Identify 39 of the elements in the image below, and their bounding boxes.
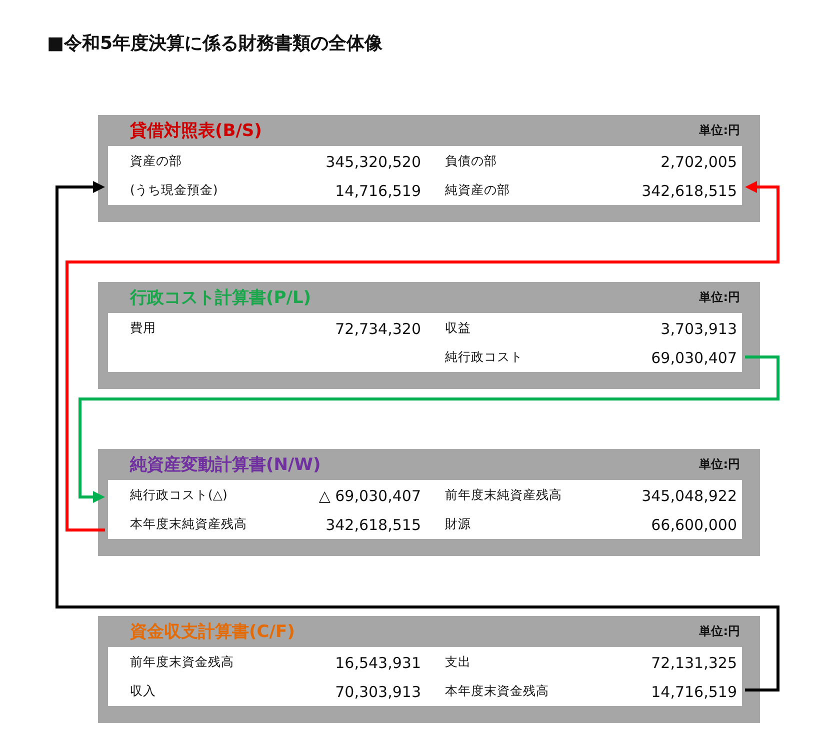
amount-value: 72,734,320 [335,320,421,338]
amount-value: 72,131,325 [651,654,737,672]
amount-value: 70,303,913 [335,682,421,700]
amount-value: 16,543,931 [335,654,421,672]
unit-label: 単位:円 [699,623,740,640]
amount-value: 66,600,000 [651,516,737,534]
item-label: 本年度末資金残高 [444,683,549,700]
statement-title: 貸借対照表(B/S) [130,120,262,142]
item-label: 本年度末純資産残高 [130,516,247,533]
unit-label: 単位:円 [699,122,740,139]
amount-value: 345,320,520 [326,152,421,170]
statement-title: 行政コスト計算書(P/L) [130,287,312,309]
item-label: 費用 [130,320,156,337]
unit-label: 単位:円 [699,456,740,473]
statement-title: 資金収支計算書(C/F) [130,621,295,643]
unit-label: 単位:円 [699,289,740,306]
amount-value: 345,048,922 [642,486,737,504]
item-label: 前年度末純資産残高 [444,487,562,504]
item-label: 純行政コスト [444,349,523,366]
amount-value: 14,716,519 [651,682,737,700]
item-label: 負債の部 [444,153,497,170]
amount-value: 342,618,515 [326,516,421,534]
amount-value: 2,702,005 [660,152,737,170]
item-label: (うち現金預金) [130,182,218,199]
item-label: 資産の部 [130,153,182,170]
amount-value: 69,030,407 [651,348,737,366]
amount-value: 14,716,519 [335,182,421,200]
amount-value: △ 69,030,407 [318,486,421,504]
item-label: 財源 [444,516,471,533]
item-label: 純資産の部 [444,182,510,199]
amount-value: 342,618,515 [642,182,737,200]
item-label: 収入 [130,683,156,700]
statement-title: 純資産変動計算書(N/W) [130,454,321,476]
item-label: 前年度末資金残高 [130,654,234,671]
page-title: ■令和5年度決算に係る財務書類の全体像 [47,32,384,56]
item-label: 純行政コスト(△) [130,487,228,504]
item-label: 収益 [444,320,471,337]
item-label: 支出 [444,654,471,671]
amount-value: 3,703,913 [660,320,737,338]
